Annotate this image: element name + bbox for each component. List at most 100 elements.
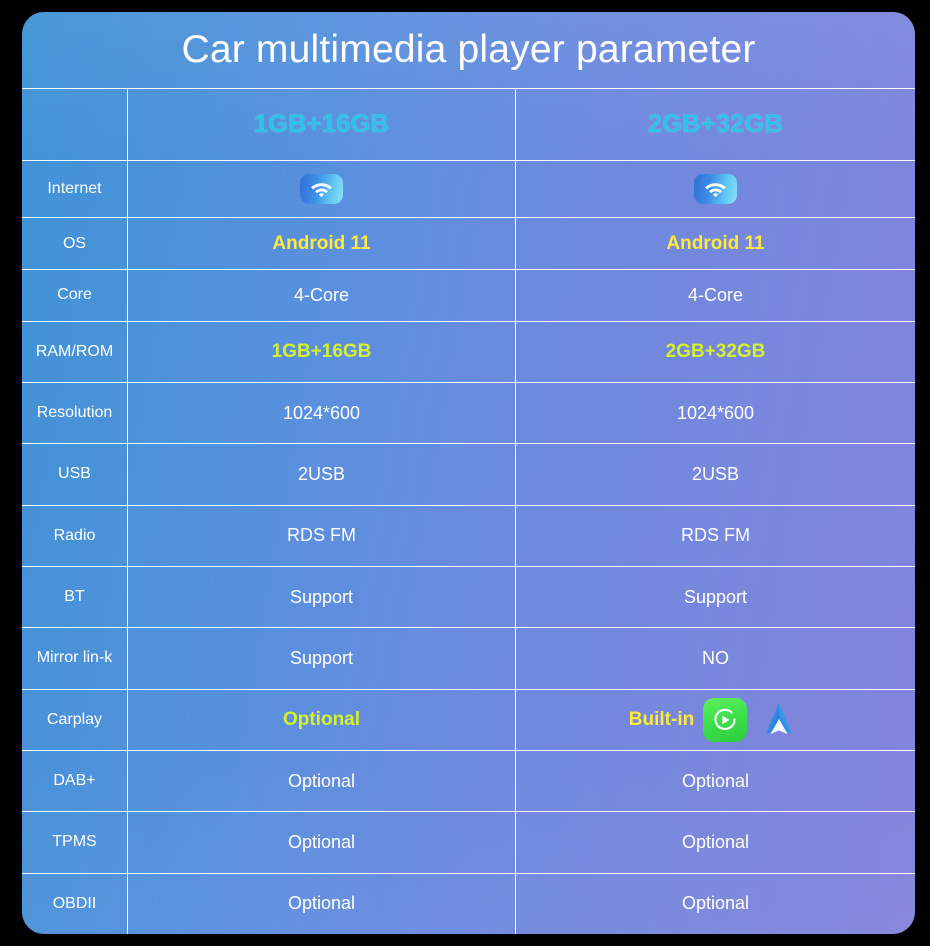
- table-row: OS Android 11 Android 11: [22, 217, 915, 270]
- row-value-a-cell: Support: [128, 566, 516, 628]
- row-value-b: 1024*600: [676, 402, 755, 423]
- row-label-cell: USB: [22, 444, 128, 505]
- row-value-b: Android 11: [666, 232, 765, 254]
- row-value-a: Optional: [287, 831, 356, 852]
- row-value-a: Android 11: [272, 232, 371, 254]
- row-value-a: Support: [289, 647, 354, 668]
- wifi-icon: [300, 174, 343, 205]
- row-value-a-cell: 4-Core: [128, 270, 516, 321]
- row-value-b-cell: NO: [516, 628, 915, 688]
- row-value-b: 4-Core: [687, 284, 744, 305]
- table-row: DAB+ Optional Optional: [22, 749, 915, 812]
- carplay-icon: [703, 697, 748, 742]
- android-auto-icon: [756, 697, 802, 743]
- header-variant-b-label: 2GB+32GB: [647, 110, 784, 139]
- row-value-b: Optional: [681, 770, 750, 791]
- row-label: TPMS: [52, 833, 97, 851]
- row-label-cell: Carplay: [22, 689, 128, 750]
- table-row: Radio RDS FM RDS FM: [22, 504, 915, 566]
- row-value-a: 1GB+16GB: [271, 340, 372, 362]
- row-value-a: Optional: [287, 893, 356, 914]
- table-row: Carplay Optional Built-in: [22, 688, 915, 750]
- row-label: Mirror lin-k: [36, 649, 113, 667]
- row-value-a: 4-Core: [293, 284, 350, 305]
- row-value-b-cell: 2GB+32GB: [516, 322, 915, 382]
- row-label-cell: BT: [22, 566, 128, 628]
- row-value-a-cell: 1024*600: [128, 382, 516, 444]
- row-label: OBDII: [52, 894, 97, 912]
- row-value-b-cell: 2USB: [516, 444, 915, 504]
- row-label-cell: OS: [22, 218, 128, 270]
- row-value-a-cell: [128, 161, 516, 218]
- table-row: RAM/ROM 1GB+16GB 2GB+32GB: [22, 320, 915, 382]
- header-variant-a-label: 1GB+16GB: [253, 110, 390, 139]
- screenshot-root: Car multimedia player parameter 1GB+16GB…: [0, 0, 930, 946]
- carplay-value-group: Built-in: [629, 697, 802, 743]
- row-value-b-cell: 4-Core: [516, 270, 915, 321]
- row-value-b-cell: Optional: [516, 812, 915, 872]
- row-label: BT: [64, 588, 85, 606]
- table-header-row: 1GB+16GB 2GB+32GB: [22, 88, 915, 161]
- row-value-a: RDS FM: [287, 525, 356, 546]
- row-value-a-cell: Optional: [128, 689, 516, 750]
- row-value-a-cell: Support: [128, 628, 516, 689]
- row-label: Core: [57, 286, 92, 304]
- row-label: Internet: [47, 180, 102, 198]
- row-label-cell: TPMS: [22, 812, 128, 873]
- table-title-bar: Car multimedia player parameter: [22, 12, 915, 88]
- row-label-cell: Core: [22, 270, 128, 321]
- row-label-cell: OBDII: [22, 873, 128, 934]
- row-value-b-cell: Built-in: [516, 690, 915, 750]
- row-value-b-cell: Optional: [516, 874, 915, 934]
- row-value-b-cell: Android 11: [516, 218, 915, 269]
- spec-table-card: Car multimedia player parameter 1GB+16GB…: [22, 12, 915, 934]
- row-value-b: Optional: [681, 831, 750, 852]
- row-label: Radio: [53, 526, 96, 544]
- row-label-cell: Internet: [22, 161, 128, 218]
- row-value-a-cell: 2USB: [128, 444, 516, 505]
- row-value-b: 2GB+32GB: [665, 340, 766, 362]
- row-value-a: 1024*600: [282, 402, 361, 423]
- row-value-b-cell: Optional: [516, 751, 915, 811]
- row-value-b: RDS FM: [681, 525, 750, 546]
- table-row: OBDII Optional Optional: [22, 872, 915, 934]
- row-label-cell: DAB+: [22, 750, 128, 812]
- row-value-a-cell: Android 11: [128, 218, 516, 270]
- row-value-a-cell: Optional: [128, 812, 516, 873]
- row-value-a-cell: 1GB+16GB: [128, 321, 516, 382]
- table-row: BT Support Support: [22, 565, 915, 628]
- row-value-b-cell: 1024*600: [516, 383, 915, 443]
- row-label: Carplay: [46, 710, 103, 728]
- header-cell-variant-b: 2GB+32GB: [516, 89, 915, 160]
- header-cell-spec: [22, 89, 128, 161]
- table-row: Internet: [22, 160, 915, 218]
- table-row: Resolution 1024*600 1024*600: [22, 381, 915, 444]
- table-row: Mirror lin-k Support NO: [22, 627, 915, 689]
- row-value-a: Support: [289, 586, 354, 607]
- row-label: USB: [58, 465, 91, 483]
- row-value-a-cell: Optional: [128, 750, 516, 812]
- page-title: Car multimedia player parameter: [181, 28, 756, 71]
- row-value-b: Support: [683, 586, 748, 607]
- row-value-b-cell: RDS FM: [516, 506, 915, 566]
- row-value-a: Optional: [282, 708, 361, 730]
- row-value-b-cell: Support: [516, 567, 915, 627]
- row-value-a: Optional: [287, 770, 356, 791]
- row-value-b: Optional: [681, 893, 750, 914]
- row-label: RAM/ROM: [35, 342, 114, 360]
- row-value-b-cell: [516, 161, 915, 217]
- row-label: DAB+: [53, 772, 96, 790]
- header-cell-variant-a: 1GB+16GB: [128, 89, 516, 161]
- row-label: OS: [62, 234, 87, 252]
- row-value-b: Built-in: [628, 708, 695, 730]
- table-row: USB 2USB 2USB: [22, 443, 915, 505]
- row-value-a: 2USB: [297, 463, 346, 484]
- row-label-cell: Resolution: [22, 382, 128, 444]
- row-label-cell: Radio: [22, 505, 128, 566]
- table-row: Core 4-Core 4-Core: [22, 269, 915, 321]
- row-value-a-cell: RDS FM: [128, 505, 516, 566]
- wifi-icon: [694, 174, 737, 205]
- row-label: Resolution: [36, 404, 113, 422]
- row-value-b: 2USB: [691, 463, 740, 484]
- row-value-a-cell: Optional: [128, 873, 516, 934]
